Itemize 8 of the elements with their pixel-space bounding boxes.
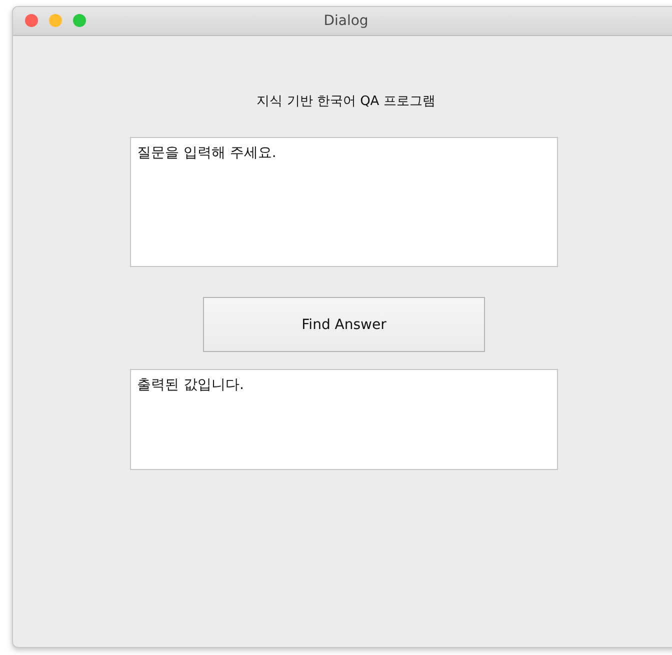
window-title: Dialog xyxy=(324,13,368,29)
answer-field[interactable]: 출력된 값입니다. xyxy=(130,369,558,470)
find-answer-button[interactable]: Find Answer xyxy=(203,297,485,352)
program-title: 지식 기반 한국어 QA 프로그램 xyxy=(256,93,436,110)
zoom-icon[interactable] xyxy=(73,14,86,27)
close-icon[interactable] xyxy=(25,14,38,27)
question-field[interactable]: 질문을 입력해 주세요. xyxy=(130,137,558,267)
minimize-icon[interactable] xyxy=(49,14,62,27)
